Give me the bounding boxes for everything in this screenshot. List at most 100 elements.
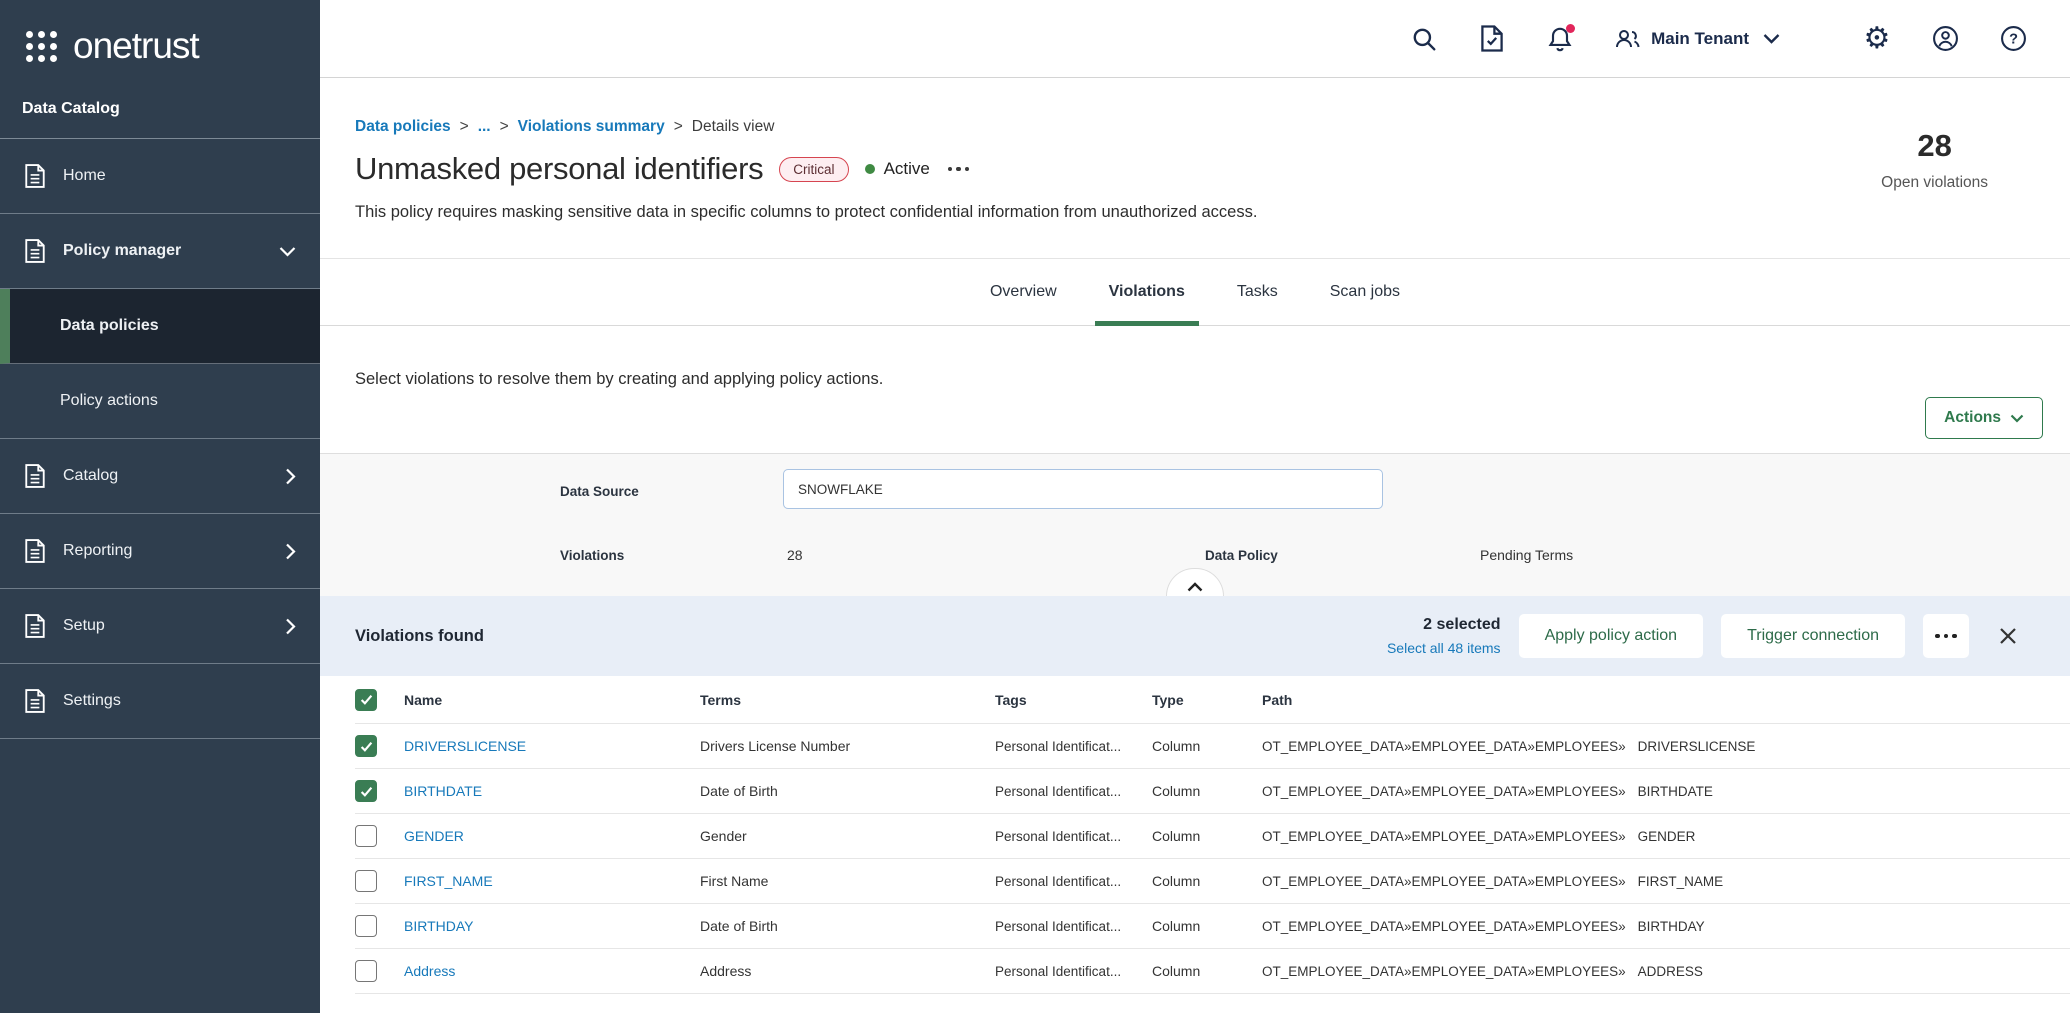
brand-logo[interactable]: onetrust [0, 0, 320, 92]
sidebar-item-setup[interactable]: Setup [0, 589, 320, 664]
tab-scan-jobs[interactable]: Scan jobs [1328, 259, 1402, 325]
notifications-bell-icon[interactable] [1537, 16, 1583, 62]
violation-name-link[interactable]: GENDER [404, 828, 464, 844]
violation-terms: Drivers License Number [700, 738, 995, 754]
violation-name-link[interactable]: FIRST_NAME [404, 873, 493, 889]
column-header-terms[interactable]: Terms [700, 692, 995, 708]
sidebar-item-policy-manager[interactable]: Policy manager [0, 214, 320, 289]
page-description: This policy requires masking sensitive d… [355, 203, 2070, 222]
document-icon [24, 464, 46, 488]
data-source-input[interactable] [783, 469, 1383, 509]
chevron-up-icon [1187, 582, 1203, 592]
column-header-tags[interactable]: Tags [995, 692, 1152, 708]
tab-overview[interactable]: Overview [988, 259, 1059, 325]
title-more-options-icon[interactable] [946, 161, 972, 178]
violation-terms: Gender [700, 828, 995, 844]
tenant-selector[interactable]: Main Tenant [1613, 27, 1780, 51]
violation-tags: Personal Identificat... [995, 739, 1152, 754]
help-icon[interactable]: ? [1990, 16, 2036, 62]
sidebar-item-catalog[interactable]: Catalog [0, 439, 320, 514]
instruction-text: Select violations to resolve them by cre… [320, 326, 2070, 389]
open-violations-count: 28 [1881, 128, 1988, 164]
document-icon [24, 539, 46, 563]
sidebar-item-settings[interactable]: Settings [0, 664, 320, 739]
violation-name-link[interactable]: BIRTHDATE [404, 783, 482, 799]
row-checkbox[interactable] [355, 960, 377, 982]
violation-name-link[interactable]: BIRTHDAY [404, 918, 474, 934]
tab-violations[interactable]: Violations [1107, 259, 1187, 325]
open-violations-label: Open violations [1881, 174, 1988, 192]
violations-label: Violations [560, 548, 624, 563]
page-title: Unmasked personal identifiers [355, 151, 763, 187]
search-icon[interactable] [1401, 16, 1447, 62]
more-options-button[interactable] [1923, 614, 1969, 658]
data-policy-label: Data Policy [1205, 548, 1278, 563]
violation-tags: Personal Identificat... [995, 919, 1152, 934]
status-badge: Active [865, 159, 930, 179]
breadcrumb-link-ellipsis[interactable]: ... [478, 118, 491, 136]
collapse-panel-button[interactable] [1166, 568, 1224, 596]
column-header-type[interactable]: Type [1152, 692, 1262, 708]
violation-type: Column [1152, 738, 1262, 754]
document-icon [24, 239, 46, 263]
document-check-icon[interactable] [1469, 16, 1515, 62]
sidebar-item-home[interactable]: Home [0, 139, 320, 214]
violation-path: OT_EMPLOYEE_DATA»EMPLOYEE_DATA»EMPLOYEES… [1262, 964, 2070, 979]
settings-gear-icon[interactable]: ⚙ [1854, 16, 1900, 62]
breadcrumb: Data policies > ... > Violations summary… [355, 118, 2070, 136]
selection-bar: Violations found 2 selected Select all 4… [320, 596, 2070, 676]
violation-path: OT_EMPLOYEE_DATA»EMPLOYEE_DATA»EMPLOYEES… [1262, 874, 2070, 889]
chevron-down-icon [2010, 414, 2024, 423]
select-all-checkbox[interactable] [355, 689, 377, 711]
select-all-link[interactable]: Select all 48 items [1387, 640, 1501, 656]
sidebar-item-policy-actions[interactable]: Policy actions [0, 364, 320, 439]
breadcrumb-link-data-policies[interactable]: Data policies [355, 118, 451, 136]
column-header-path[interactable]: Path [1262, 692, 2070, 708]
data-source-label: Data Source [560, 484, 639, 499]
row-checkbox[interactable] [355, 825, 377, 847]
product-name: Data Catalog [0, 92, 320, 138]
selected-count: 2 selected [1387, 616, 1501, 634]
chevron-right-icon [285, 468, 296, 485]
sidebar-item-data-policies[interactable]: Data policies [0, 289, 320, 364]
document-icon [24, 689, 46, 713]
row-checkbox[interactable] [355, 870, 377, 892]
sidebar: onetrust Data Catalog Home Policy manage… [0, 0, 320, 1013]
violations-table: Name Terms Tags Type Path DRIVERSLICENSE… [320, 676, 2070, 994]
open-violations-stat: 28 Open violations [1881, 128, 1988, 192]
column-header-name[interactable]: Name [404, 692, 700, 708]
breadcrumb-link-violations-summary[interactable]: Violations summary [518, 118, 665, 136]
close-icon[interactable] [1991, 619, 2025, 653]
table-row: BIRTHDATE Date of Birth Personal Identif… [355, 769, 2070, 814]
violation-path: OT_EMPLOYEE_DATA»EMPLOYEE_DATA»EMPLOYEES… [1262, 919, 2070, 934]
sidebar-item-label: Data policies [60, 317, 159, 335]
row-checkbox[interactable] [355, 735, 377, 757]
table-header-row: Name Terms Tags Type Path [355, 676, 2070, 724]
apply-policy-action-button[interactable]: Apply policy action [1519, 614, 1704, 658]
violations-found-title: Violations found [355, 627, 484, 646]
sidebar-item-reporting[interactable]: Reporting [0, 514, 320, 589]
violation-type: Column [1152, 828, 1262, 844]
notification-dot [1566, 24, 1575, 33]
account-icon[interactable] [1922, 16, 1968, 62]
violation-type: Column [1152, 873, 1262, 889]
sidebar-item-label: Home [63, 167, 106, 185]
violation-type: Column [1152, 783, 1262, 799]
trigger-connection-button[interactable]: Trigger connection [1721, 614, 1905, 658]
row-checkbox[interactable] [355, 780, 377, 802]
sidebar-item-label: Setup [63, 617, 105, 635]
chevron-down-icon [279, 246, 296, 257]
violation-type: Column [1152, 918, 1262, 934]
actions-button[interactable]: Actions [1925, 397, 2043, 439]
document-icon [24, 614, 46, 638]
sidebar-item-label: Policy actions [60, 392, 158, 410]
table-row: BIRTHDAY Date of Birth Personal Identifi… [355, 904, 2070, 949]
table-row: DRIVERSLICENSE Drivers License Number Pe… [355, 724, 2070, 769]
main-content: Data policies > ... > Violations summary… [320, 78, 2070, 1013]
violation-type: Column [1152, 963, 1262, 979]
row-checkbox[interactable] [355, 915, 377, 937]
tenant-people-icon [1613, 27, 1641, 51]
violation-name-link[interactable]: Address [404, 963, 455, 979]
tab-tasks[interactable]: Tasks [1235, 259, 1280, 325]
violation-name-link[interactable]: DRIVERSLICENSE [404, 738, 526, 754]
